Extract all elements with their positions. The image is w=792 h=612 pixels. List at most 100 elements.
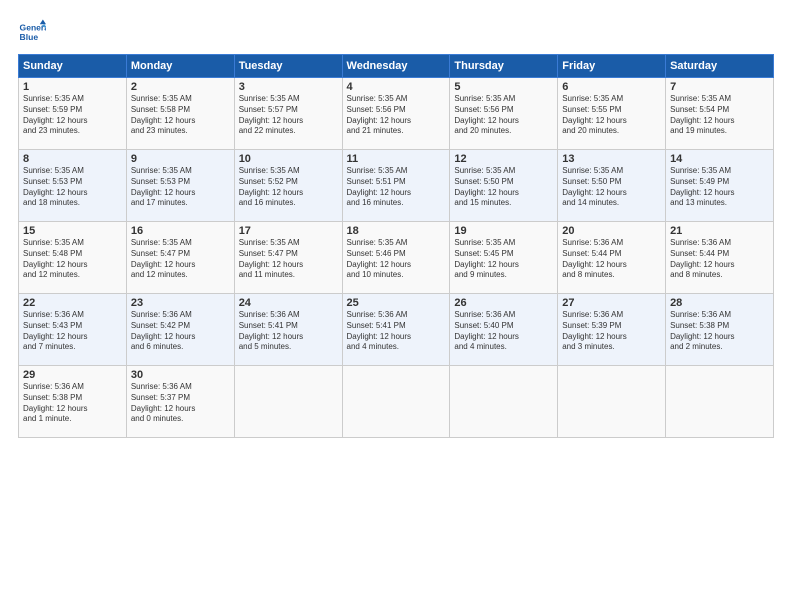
calendar-cell: 12Sunrise: 5:35 AMSunset: 5:50 PMDayligh… [450, 150, 558, 222]
day-content: Sunrise: 5:35 AMSunset: 5:47 PMDaylight:… [239, 238, 338, 281]
day-content: Sunrise: 5:36 AMSunset: 5:43 PMDaylight:… [23, 310, 122, 353]
day-number: 17 [239, 225, 338, 237]
calendar-cell: 30Sunrise: 5:36 AMSunset: 5:37 PMDayligh… [126, 366, 234, 438]
logo-icon: General Blue [18, 18, 46, 46]
day-content: Sunrise: 5:35 AMSunset: 5:53 PMDaylight:… [131, 166, 230, 209]
calendar-cell: 1Sunrise: 5:35 AMSunset: 5:59 PMDaylight… [19, 78, 127, 150]
day-number: 11 [347, 153, 446, 165]
day-content: Sunrise: 5:35 AMSunset: 5:53 PMDaylight:… [23, 166, 122, 209]
day-content: Sunrise: 5:35 AMSunset: 5:47 PMDaylight:… [131, 238, 230, 281]
calendar-table: SundayMondayTuesdayWednesdayThursdayFrid… [18, 54, 774, 438]
col-header-wednesday: Wednesday [342, 55, 450, 78]
day-number: 14 [670, 153, 769, 165]
day-number: 8 [23, 153, 122, 165]
day-content: Sunrise: 5:35 AMSunset: 5:51 PMDaylight:… [347, 166, 446, 209]
col-header-monday: Monday [126, 55, 234, 78]
calendar-cell: 28Sunrise: 5:36 AMSunset: 5:38 PMDayligh… [666, 294, 774, 366]
day-number: 20 [562, 225, 661, 237]
day-content: Sunrise: 5:36 AMSunset: 5:39 PMDaylight:… [562, 310, 661, 353]
calendar-cell [666, 366, 774, 438]
calendar-cell: 27Sunrise: 5:36 AMSunset: 5:39 PMDayligh… [558, 294, 666, 366]
day-content: Sunrise: 5:36 AMSunset: 5:44 PMDaylight:… [670, 238, 769, 281]
day-number: 1 [23, 81, 122, 93]
day-number: 15 [23, 225, 122, 237]
day-content: Sunrise: 5:35 AMSunset: 5:50 PMDaylight:… [562, 166, 661, 209]
calendar-cell: 16Sunrise: 5:35 AMSunset: 5:47 PMDayligh… [126, 222, 234, 294]
day-content: Sunrise: 5:35 AMSunset: 5:48 PMDaylight:… [23, 238, 122, 281]
calendar-cell: 22Sunrise: 5:36 AMSunset: 5:43 PMDayligh… [19, 294, 127, 366]
page: General Blue SundayMondayTuesdayWednesda… [0, 0, 792, 612]
day-content: Sunrise: 5:35 AMSunset: 5:45 PMDaylight:… [454, 238, 553, 281]
calendar-cell: 10Sunrise: 5:35 AMSunset: 5:52 PMDayligh… [234, 150, 342, 222]
day-number: 25 [347, 297, 446, 309]
calendar-cell: 13Sunrise: 5:35 AMSunset: 5:50 PMDayligh… [558, 150, 666, 222]
calendar-cell: 2Sunrise: 5:35 AMSunset: 5:58 PMDaylight… [126, 78, 234, 150]
day-number: 5 [454, 81, 553, 93]
col-header-friday: Friday [558, 55, 666, 78]
day-content: Sunrise: 5:35 AMSunset: 5:55 PMDaylight:… [562, 94, 661, 137]
day-content: Sunrise: 5:35 AMSunset: 5:50 PMDaylight:… [454, 166, 553, 209]
day-number: 13 [562, 153, 661, 165]
day-number: 22 [23, 297, 122, 309]
day-number: 4 [347, 81, 446, 93]
calendar-cell: 23Sunrise: 5:36 AMSunset: 5:42 PMDayligh… [126, 294, 234, 366]
calendar-cell: 6Sunrise: 5:35 AMSunset: 5:55 PMDaylight… [558, 78, 666, 150]
calendar-cell: 11Sunrise: 5:35 AMSunset: 5:51 PMDayligh… [342, 150, 450, 222]
day-content: Sunrise: 5:35 AMSunset: 5:54 PMDaylight:… [670, 94, 769, 137]
day-content: Sunrise: 5:35 AMSunset: 5:56 PMDaylight:… [454, 94, 553, 137]
day-content: Sunrise: 5:35 AMSunset: 5:56 PMDaylight:… [347, 94, 446, 137]
day-number: 10 [239, 153, 338, 165]
day-number: 29 [23, 369, 122, 381]
calendar-cell: 7Sunrise: 5:35 AMSunset: 5:54 PMDaylight… [666, 78, 774, 150]
calendar-cell: 26Sunrise: 5:36 AMSunset: 5:40 PMDayligh… [450, 294, 558, 366]
day-content: Sunrise: 5:36 AMSunset: 5:38 PMDaylight:… [670, 310, 769, 353]
day-content: Sunrise: 5:36 AMSunset: 5:44 PMDaylight:… [562, 238, 661, 281]
calendar-cell: 29Sunrise: 5:36 AMSunset: 5:38 PMDayligh… [19, 366, 127, 438]
col-header-tuesday: Tuesday [234, 55, 342, 78]
col-header-thursday: Thursday [450, 55, 558, 78]
calendar-cell [558, 366, 666, 438]
day-number: 26 [454, 297, 553, 309]
day-content: Sunrise: 5:35 AMSunset: 5:59 PMDaylight:… [23, 94, 122, 137]
calendar-cell: 4Sunrise: 5:35 AMSunset: 5:56 PMDaylight… [342, 78, 450, 150]
calendar-cell: 9Sunrise: 5:35 AMSunset: 5:53 PMDaylight… [126, 150, 234, 222]
day-content: Sunrise: 5:35 AMSunset: 5:46 PMDaylight:… [347, 238, 446, 281]
col-header-saturday: Saturday [666, 55, 774, 78]
day-number: 16 [131, 225, 230, 237]
calendar-week-1: 1Sunrise: 5:35 AMSunset: 5:59 PMDaylight… [19, 78, 774, 150]
calendar-cell: 3Sunrise: 5:35 AMSunset: 5:57 PMDaylight… [234, 78, 342, 150]
day-content: Sunrise: 5:35 AMSunset: 5:52 PMDaylight:… [239, 166, 338, 209]
day-number: 7 [670, 81, 769, 93]
day-content: Sunrise: 5:36 AMSunset: 5:37 PMDaylight:… [131, 382, 230, 425]
calendar-cell: 18Sunrise: 5:35 AMSunset: 5:46 PMDayligh… [342, 222, 450, 294]
calendar-cell: 20Sunrise: 5:36 AMSunset: 5:44 PMDayligh… [558, 222, 666, 294]
calendar-cell [450, 366, 558, 438]
day-number: 2 [131, 81, 230, 93]
day-content: Sunrise: 5:36 AMSunset: 5:41 PMDaylight:… [347, 310, 446, 353]
day-content: Sunrise: 5:35 AMSunset: 5:49 PMDaylight:… [670, 166, 769, 209]
calendar-cell: 14Sunrise: 5:35 AMSunset: 5:49 PMDayligh… [666, 150, 774, 222]
calendar-cell: 25Sunrise: 5:36 AMSunset: 5:41 PMDayligh… [342, 294, 450, 366]
day-content: Sunrise: 5:36 AMSunset: 5:41 PMDaylight:… [239, 310, 338, 353]
calendar-week-5: 29Sunrise: 5:36 AMSunset: 5:38 PMDayligh… [19, 366, 774, 438]
calendar-cell: 19Sunrise: 5:35 AMSunset: 5:45 PMDayligh… [450, 222, 558, 294]
calendar-week-2: 8Sunrise: 5:35 AMSunset: 5:53 PMDaylight… [19, 150, 774, 222]
day-content: Sunrise: 5:35 AMSunset: 5:58 PMDaylight:… [131, 94, 230, 137]
day-number: 9 [131, 153, 230, 165]
day-number: 27 [562, 297, 661, 309]
day-number: 18 [347, 225, 446, 237]
calendar-cell [342, 366, 450, 438]
day-number: 21 [670, 225, 769, 237]
calendar-cell: 24Sunrise: 5:36 AMSunset: 5:41 PMDayligh… [234, 294, 342, 366]
logo: General Blue [18, 18, 50, 46]
day-number: 6 [562, 81, 661, 93]
day-content: Sunrise: 5:36 AMSunset: 5:40 PMDaylight:… [454, 310, 553, 353]
day-number: 28 [670, 297, 769, 309]
day-number: 3 [239, 81, 338, 93]
calendar-header: SundayMondayTuesdayWednesdayThursdayFrid… [19, 55, 774, 78]
header: General Blue [18, 18, 774, 46]
calendar-week-3: 15Sunrise: 5:35 AMSunset: 5:48 PMDayligh… [19, 222, 774, 294]
day-number: 19 [454, 225, 553, 237]
calendar-week-4: 22Sunrise: 5:36 AMSunset: 5:43 PMDayligh… [19, 294, 774, 366]
calendar-cell: 17Sunrise: 5:35 AMSunset: 5:47 PMDayligh… [234, 222, 342, 294]
